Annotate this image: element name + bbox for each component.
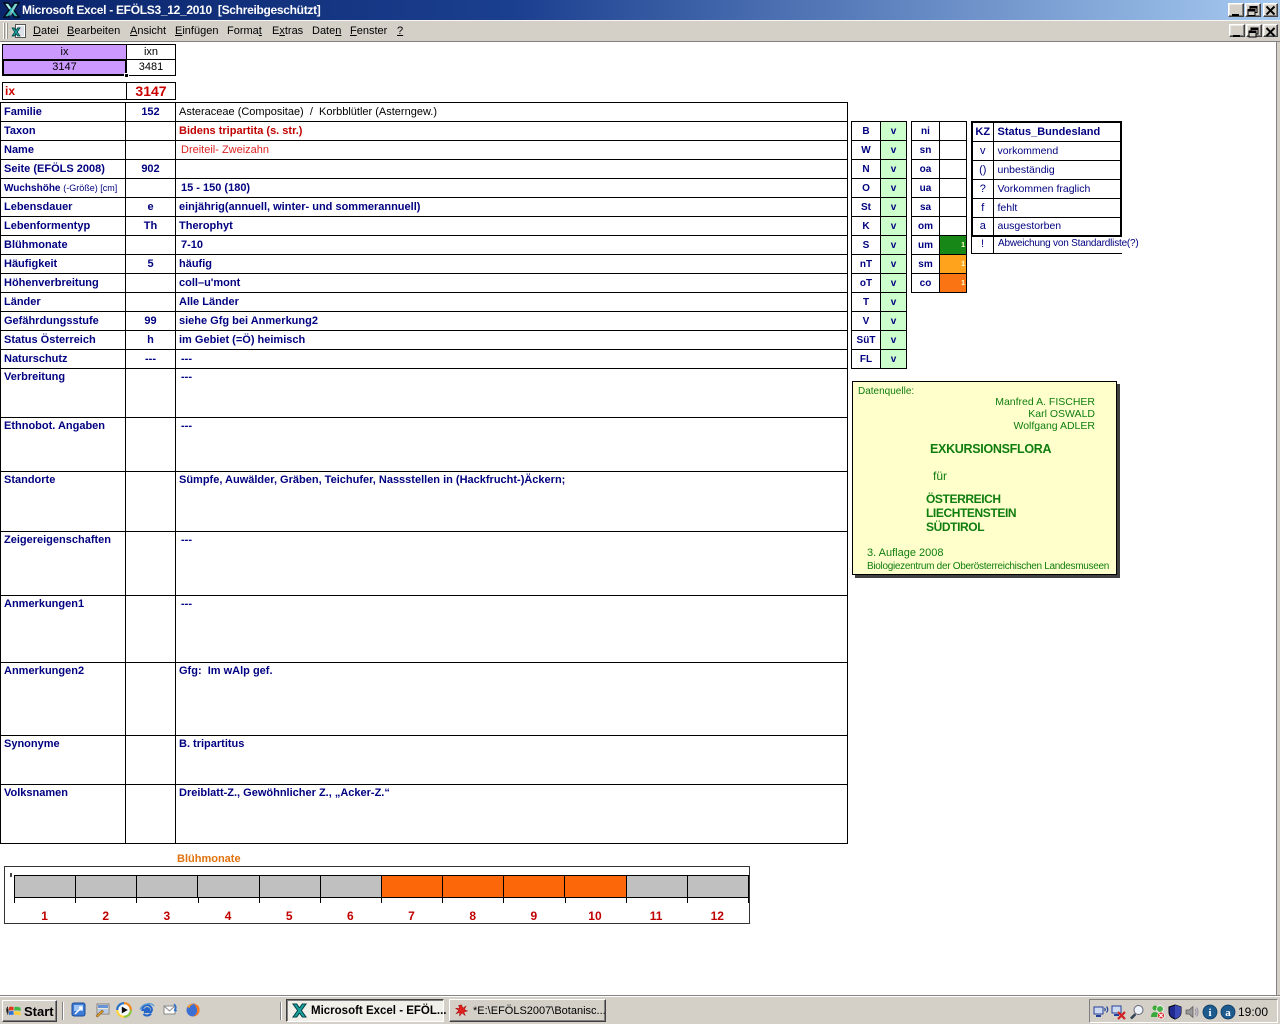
- svg-text:i: i: [1208, 1007, 1211, 1019]
- svg-text:a: a: [1225, 1007, 1231, 1019]
